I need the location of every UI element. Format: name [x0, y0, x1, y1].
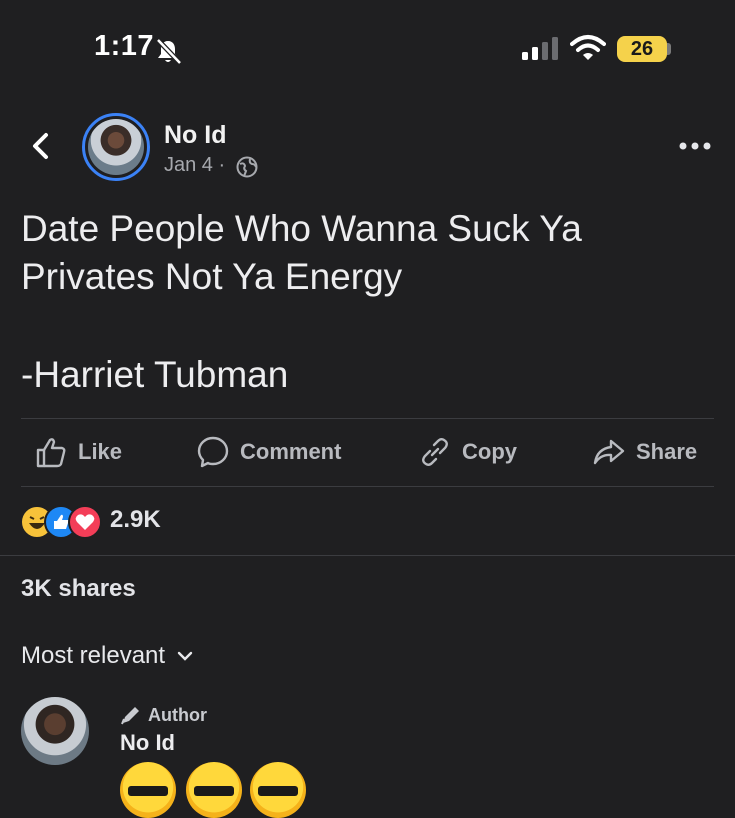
- battery-tip: [667, 43, 671, 55]
- chevron-down-icon: [177, 651, 193, 661]
- author-badge-label: Author: [148, 704, 207, 725]
- comment-icon: [197, 436, 229, 468]
- post-text: Date People Who Wanna Suck Ya Privates N…: [21, 205, 711, 301]
- commenter-name[interactable]: No Id: [120, 730, 175, 756]
- more-horizontal-icon[interactable]: [678, 138, 712, 154]
- globe-icon: [236, 156, 258, 178]
- like-button[interactable]: Like: [34, 430, 122, 474]
- status-time: 1:17: [94, 30, 155, 62]
- author-badge: Author: [120, 704, 207, 726]
- share-count[interactable]: 3K shares: [21, 575, 136, 603]
- commenter-avatar[interactable]: [21, 697, 89, 765]
- bell-slash-icon: [156, 38, 182, 65]
- post-text-line-2: Privates Not Ya Energy: [21, 256, 403, 297]
- chevron-left-icon[interactable]: [26, 131, 56, 161]
- wifi-icon: [570, 35, 606, 60]
- post-attribution: -Harriet Tubman: [21, 354, 289, 395]
- author-name[interactable]: No Id: [164, 121, 227, 150]
- reactions-summary[interactable]: [20, 505, 110, 539]
- sunglasses-emoji-icon: [250, 762, 306, 818]
- divider: [21, 418, 714, 419]
- link-icon: [422, 438, 448, 466]
- thumbs-up-icon: [36, 438, 66, 468]
- like-label: Like: [78, 439, 123, 464]
- comment-button[interactable]: Comment: [196, 430, 341, 474]
- divider: [0, 555, 735, 556]
- battery-indicator: 26: [617, 36, 667, 62]
- love-reaction-icon: [68, 505, 102, 539]
- sunglasses-emoji-icon: [120, 762, 176, 818]
- divider: [21, 486, 714, 487]
- avatar-photo: [88, 119, 144, 175]
- share-label: Share: [636, 439, 698, 464]
- sunglasses-emoji-icon: [186, 762, 242, 818]
- comment-sort-dropdown[interactable]: Most relevant: [21, 642, 193, 670]
- author-avatar[interactable]: [82, 113, 150, 181]
- share-icon: [593, 439, 625, 465]
- sort-label: Most relevant: [21, 642, 166, 669]
- pen-icon: [121, 707, 139, 725]
- share-button[interactable]: Share: [592, 430, 697, 474]
- comment-label: Comment: [240, 439, 342, 464]
- post-date: Jan 4 ·: [164, 154, 226, 176]
- signal-icon: [522, 37, 558, 60]
- reaction-count[interactable]: 2.9K: [110, 506, 161, 534]
- post-text-line-1: Date People Who Wanna Suck Ya: [21, 208, 582, 249]
- copy-label: Copy: [462, 439, 517, 464]
- copy-button[interactable]: Copy: [418, 430, 517, 474]
